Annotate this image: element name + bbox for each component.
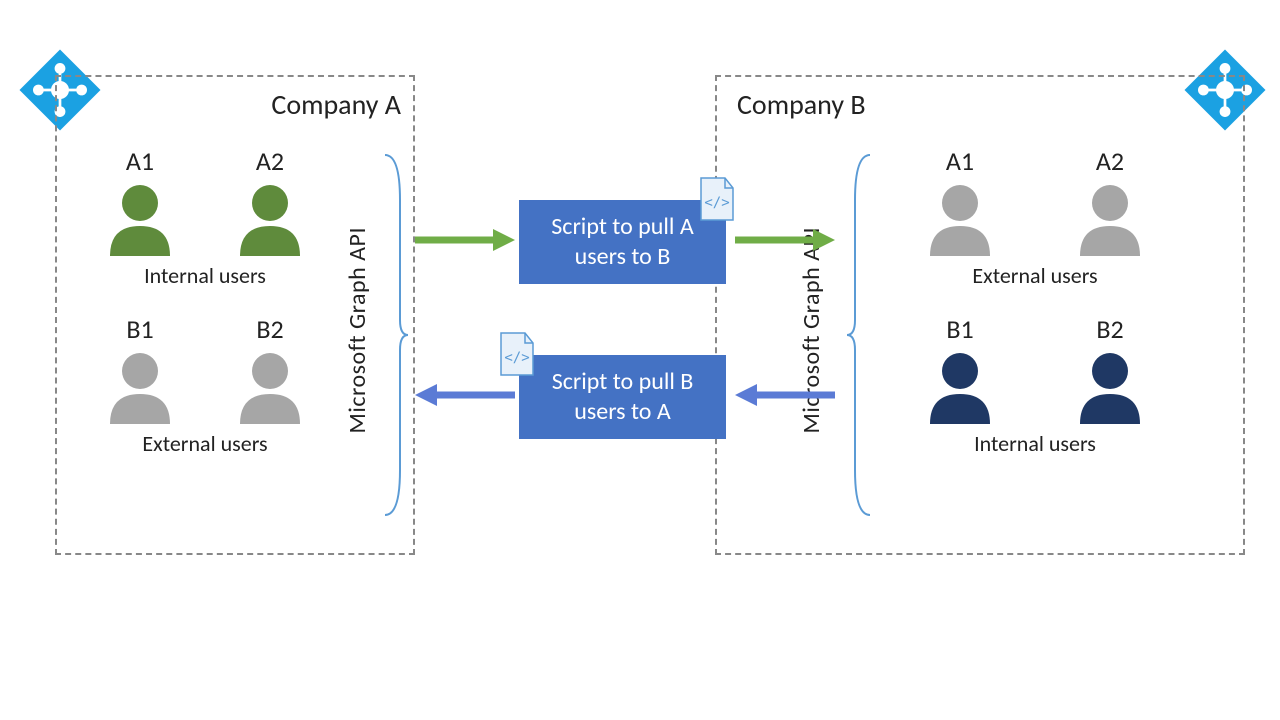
external-users-label: External users [885,262,1185,289]
user-label: B2 [1070,313,1150,345]
brace-icon [380,150,410,520]
arrow-right-icon [415,225,515,255]
company-a-title: Company A [271,87,401,122]
company-a-users: A1 A2 Internal users B1 B2 External user… [75,145,335,481]
script-b-to-a: Script to pull B users to A [519,355,726,439]
code-document-icon: </> [497,331,537,377]
external-users-label: External users [75,430,335,457]
svg-text:</>: </> [504,350,529,366]
graph-api-label-a: Microsoft Graph API [343,150,372,510]
graph-api-label-b: Microsoft Graph API [797,150,826,510]
user-icon [100,349,180,424]
user-icon [230,181,310,256]
user-label: A1 [920,145,1000,177]
user-item: B2 [1070,313,1150,424]
user-icon [920,181,1000,256]
user-label: B1 [920,313,1000,345]
code-document-icon: </> [697,176,737,222]
company-b-users: A1 A2 External users B1 B2 Internal user… [885,145,1185,481]
user-icon [920,349,1000,424]
user-label: A2 [1070,145,1150,177]
user-item: A1 [920,145,1000,256]
internal-users-label: Internal users [75,262,335,289]
user-icon [1070,349,1150,424]
brace-icon [845,150,875,520]
user-item: B1 [920,313,1000,424]
user-label: B2 [230,313,310,345]
arrow-left-icon [415,380,515,410]
user-label: B1 [100,313,180,345]
user-item: B2 [230,313,310,424]
svg-text:</>: </> [704,195,729,211]
arrow-left-icon [735,380,835,410]
user-icon [100,181,180,256]
arrow-right-icon [735,225,835,255]
user-icon [1070,181,1150,256]
user-item: A2 [1070,145,1150,256]
internal-users-label: Internal users [885,430,1185,457]
user-item: B1 [100,313,180,424]
company-b-title: Company B [737,87,866,122]
user-item: A2 [230,145,310,256]
script-a-to-b: Script to pull A users to B [519,200,726,284]
user-icon [230,349,310,424]
user-label: A1 [100,145,180,177]
user-label: A2 [230,145,310,177]
user-item: A1 [100,145,180,256]
